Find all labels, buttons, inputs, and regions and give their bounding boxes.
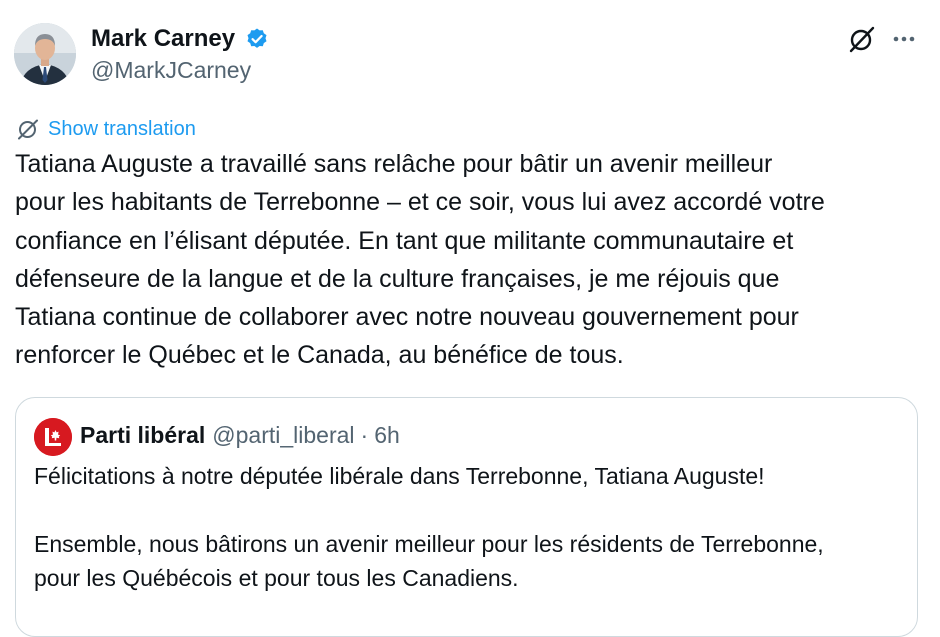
quote-author-name[interactable]: Parti libéral [80, 422, 205, 449]
tweet: Mark Carney @MarkJCarney Show translatio… [0, 0, 940, 637]
quote-timestamp[interactable]: 6h [374, 422, 400, 449]
tweet-text: Tatiana Auguste a travaillé sans relâche… [15, 150, 825, 370]
author-name[interactable]: Mark Carney [91, 24, 235, 54]
show-translation-link[interactable]: Show translation [16, 116, 196, 142]
quote-header: Parti libéral @parti_liberal · 6h [80, 420, 400, 450]
translate-icon [16, 117, 40, 141]
more-icon[interactable] [891, 26, 917, 52]
avatar-image [14, 23, 76, 85]
quote-avatar[interactable] [34, 418, 72, 456]
show-translation-label: Show translation [48, 117, 196, 140]
quoted-tweet-card[interactable]: Parti libéral @parti_liberal · 6h Félici… [15, 397, 918, 637]
verified-badge-icon [245, 27, 269, 51]
author-handle[interactable]: @MarkJCarney [91, 56, 251, 84]
grok-icon[interactable] [847, 24, 877, 54]
quote-separator: · [360, 421, 369, 448]
quote-author-handle[interactable]: @parti_liberal [212, 422, 354, 449]
quote-text: Félicitations à notre députée libérale d… [34, 463, 824, 591]
avatar[interactable] [14, 23, 76, 85]
liberal-logo-icon [34, 418, 72, 456]
